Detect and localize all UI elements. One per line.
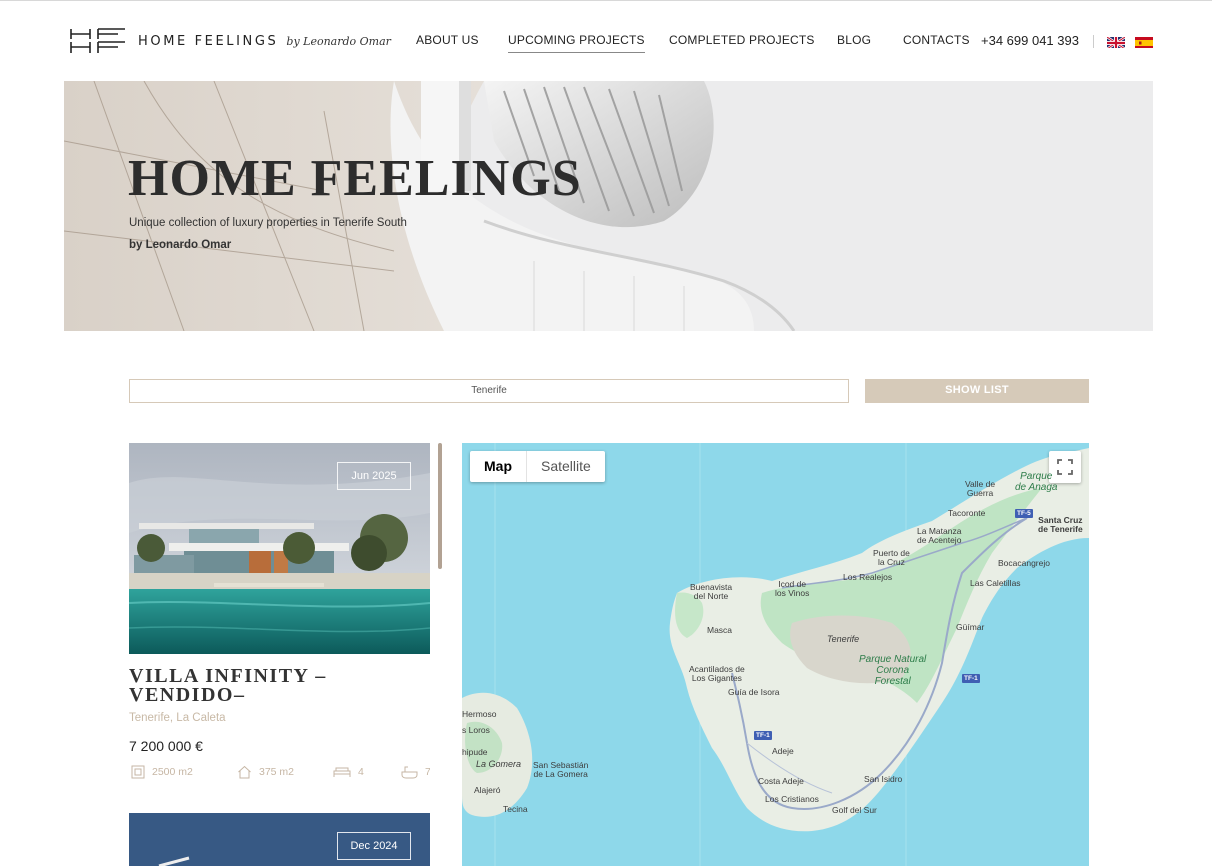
hero-banner: HOME FEELINGS Unique collection of luxur… — [64, 81, 1153, 331]
hero-subtitle: Unique collection of luxury properties i… — [129, 217, 407, 229]
date-badge: Jun 2025 — [337, 462, 411, 490]
bedrooms-stat: 4 — [333, 765, 364, 779]
site-logo[interactable]: HOME FEELINGS by Leonardo Omar — [70, 28, 391, 54]
place-label: Los Cristianos — [765, 794, 819, 804]
show-list-button[interactable]: SHOW LIST — [865, 379, 1089, 403]
property-price: 7 200 000 € — [129, 738, 203, 754]
nav-upcoming-projects[interactable]: UPCOMING PROJECTS — [508, 33, 645, 53]
place-label: Costa Adeje — [758, 776, 804, 786]
second-property-photo[interactable]: Dec 2024 — [129, 813, 430, 866]
place-label: Santa Cruz de Tenerife — [1038, 515, 1083, 534]
place-label: Icod de los Vinos — [775, 579, 810, 598]
plot-area-value: 2500 m2 — [152, 766, 193, 778]
place-label: San Isidro — [864, 774, 903, 784]
place-label: Tenerife — [827, 634, 860, 644]
header-divider — [1093, 35, 1094, 48]
place-label: Guía de Isora — [728, 687, 780, 697]
place-label: Adeje — [772, 746, 794, 756]
nav-about-us[interactable]: ABOUT US — [416, 33, 479, 47]
place-label: La Matanza de Acentejo — [917, 526, 962, 545]
place-label: Bocacangrejo — [998, 558, 1050, 568]
brand-name: HOME FEELINGS — [138, 33, 279, 49]
place-label: Tacoronte — [948, 508, 986, 518]
built-area-stat: 375 m2 — [237, 765, 294, 779]
hf-monogram-icon — [70, 28, 125, 53]
road-shield: TF-1 — [754, 731, 772, 740]
english-flag-icon[interactable] — [1107, 36, 1125, 48]
property-map[interactable]: Map Satellite Valle de Guerra Parque de An… — [462, 443, 1089, 866]
map-type-map-button[interactable]: Map — [470, 451, 527, 482]
place-label: Buenavista del Norte — [690, 582, 733, 601]
plot-area-icon — [131, 765, 145, 779]
bed-icon — [333, 767, 351, 777]
list-scrollbar[interactable] — [438, 443, 442, 569]
bedrooms-value: 4 — [358, 766, 364, 778]
place-label: Puerto de la Cruz — [873, 548, 910, 567]
date-badge: Dec 2024 — [337, 832, 411, 860]
hero-title: HOME FEELINGS — [128, 150, 582, 207]
place-label: La Gomera — [476, 759, 522, 769]
place-label: hipude — [462, 747, 488, 757]
villa-infinity-photo[interactable]: Jun 2025 — [129, 443, 430, 654]
house-icon — [238, 765, 251, 779]
place-label: Las Caletillas — [970, 578, 1021, 588]
place-label: Acantilados de Los Gigantes — [689, 664, 745, 683]
plot-area-stat: 2500 m2 — [131, 765, 193, 779]
place-label: Los Realejos — [843, 572, 893, 582]
bathrooms-value: 7 — [425, 766, 430, 778]
bathrooms-stat: 7 — [401, 765, 430, 779]
map-type-satellite-button[interactable]: Satellite — [527, 451, 605, 482]
place-label: Hermoso — [462, 709, 497, 719]
property-location: Tenerife, La Caleta — [129, 712, 226, 724]
place-label: Valle de Guerra — [965, 479, 996, 498]
map-type-toggle: Map Satellite — [470, 451, 605, 482]
place-label: Masca — [707, 625, 733, 635]
brand-byline: by Leonardo Omar — [286, 34, 391, 48]
spanish-flag-icon[interactable] — [1135, 36, 1153, 48]
road-shield: TF-5 — [1015, 509, 1033, 518]
place-label: s Loros — [462, 725, 490, 735]
location-search-input[interactable]: Tenerife — [129, 379, 849, 403]
place-label: Golf del Sur — [832, 805, 877, 815]
property-list: Jun 2025 VILLA INFINITY –VENDIDO– Teneri… — [129, 443, 430, 866]
bathtub-icon — [401, 766, 418, 779]
phone-number[interactable]: +34 699 041 393 — [981, 33, 1079, 48]
property-stats: 2500 m2 375 m2 4 7 — [129, 765, 430, 781]
nav-blog[interactable]: BLOG — [837, 33, 871, 47]
park-label: Parque de Anaga — [1015, 471, 1058, 493]
fullscreen-icon — [1057, 459, 1073, 475]
place-label: Tecina — [503, 804, 528, 814]
site-header: HOME FEELINGS by Leonardo Omar ABOUT US … — [0, 1, 1212, 81]
place-label: Alajeró — [474, 785, 501, 795]
place-label: Güímar — [956, 622, 985, 632]
nav-completed-projects[interactable]: COMPLETED PROJECTS — [669, 33, 815, 47]
hero-byline: by Leonardo Omar — [129, 239, 232, 251]
road-shield: TF-1 — [962, 674, 980, 683]
property-title[interactable]: VILLA INFINITY –VENDIDO– — [129, 666, 429, 705]
built-area-value: 375 m2 — [259, 766, 295, 778]
park-label: Parque Natural Corona Forestal — [859, 654, 927, 687]
place-label: San Sebastián de La Gomera — [533, 760, 589, 779]
nav-contacts[interactable]: CONTACTS — [903, 33, 970, 47]
